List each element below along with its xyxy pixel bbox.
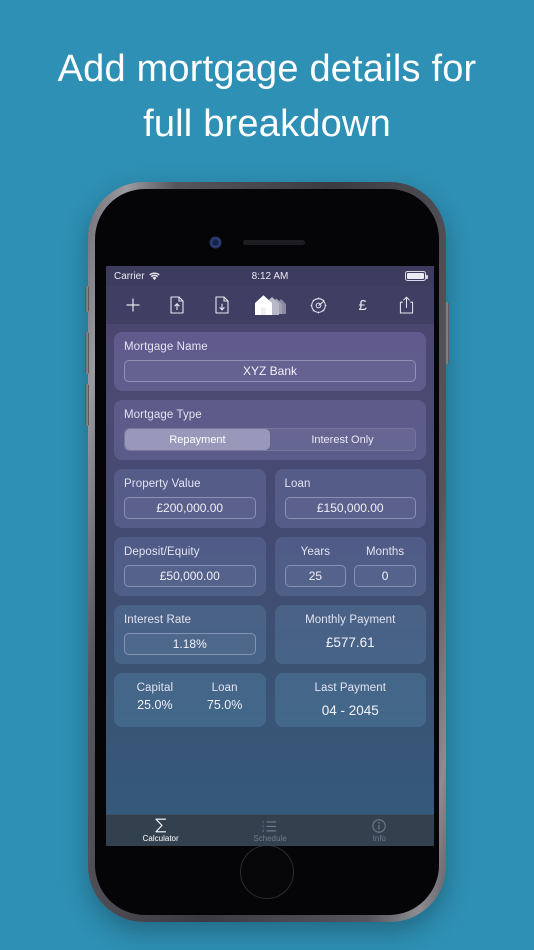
- months-label: Months: [365, 546, 405, 558]
- capital-value: 25.0%: [137, 698, 173, 712]
- volume-up-button: [85, 332, 89, 374]
- property-value-card: Property Value £200,000.00: [114, 469, 266, 528]
- segment-repayment[interactable]: Repayment: [125, 429, 270, 450]
- term-inputs: 25 0: [284, 558, 416, 587]
- tab-calculator-label: Calculator: [142, 834, 179, 843]
- tab-bar: Calculator 123 Schedule Info: [106, 814, 434, 846]
- calculator-form: Mortgage Name XYZ Bank Mortgage Type Rep…: [106, 324, 434, 814]
- tab-schedule[interactable]: 123 Schedule: [215, 815, 324, 846]
- front-camera-icon: [211, 238, 220, 247]
- breakdown-row: Capital Loan 25.0% 75.0% Last Payment 04…: [114, 673, 426, 727]
- phone-mockup: Carrier 8:12 AM £ Mortgage Name XYZ Bank…: [85, 182, 449, 922]
- status-bar: Carrier 8:12 AM: [106, 266, 434, 286]
- term-labels: Years Months: [285, 546, 417, 558]
- gear-icon[interactable]: [305, 292, 331, 318]
- add-mortgage-button[interactable]: [120, 292, 146, 318]
- capital-label: Capital: [136, 682, 174, 694]
- interest-rate-card: Interest Rate 1.18%: [114, 605, 266, 664]
- headline-line-2: full breakdown: [143, 103, 391, 146]
- volume-down-button: [85, 384, 89, 426]
- mortgage-type-card: Mortgage Type Repayment Interest Only: [114, 400, 426, 460]
- phone-screen: Carrier 8:12 AM £ Mortgage Name XYZ Bank…: [106, 266, 434, 846]
- deposit-equity-input[interactable]: £50,000.00: [124, 565, 256, 587]
- loan-input[interactable]: £150,000.00: [284, 497, 416, 519]
- info-circle-icon: [372, 818, 387, 833]
- monthly-payment-card: Monthly Payment £577.61: [274, 605, 426, 664]
- loan-label: Loan: [284, 478, 311, 490]
- tab-calculator[interactable]: Calculator: [106, 815, 215, 846]
- deposit-term-row: Deposit/Equity £50,000.00 Years Months 2…: [114, 537, 426, 596]
- list-icon: 123: [262, 818, 277, 833]
- mute-switch: [85, 286, 89, 312]
- breakdown-loan-value: 75.0%: [206, 698, 243, 712]
- last-payment-value: 04 - 2045: [321, 703, 379, 718]
- tab-info-label: Info: [372, 834, 386, 843]
- power-button: [445, 302, 449, 364]
- deposit-equity-card: Deposit/Equity £50,000.00: [114, 537, 266, 596]
- last-payment-label: Last Payment: [314, 682, 386, 694]
- promo-screenshot: Add mortgage details for full breakdown …: [0, 0, 534, 950]
- mortgage-type-label: Mortgage Type: [124, 409, 202, 421]
- property-value-input[interactable]: £200,000.00: [124, 497, 256, 519]
- value-loan-row: Property Value £200,000.00 Loan £150,000…: [114, 469, 426, 528]
- property-value-label: Property Value: [124, 478, 201, 490]
- svg-text:3: 3: [262, 828, 265, 833]
- months-input[interactable]: 0: [354, 565, 416, 587]
- interest-rate-input[interactable]: 1.18%: [124, 633, 256, 655]
- tab-schedule-label: Schedule: [253, 834, 287, 843]
- status-bar-time: 8:12 AM: [251, 270, 289, 282]
- house-stack-icon[interactable]: [253, 292, 287, 318]
- sigma-icon: [154, 818, 168, 833]
- export-document-button[interactable]: [164, 292, 190, 318]
- years-input[interactable]: 25: [284, 565, 347, 587]
- deposit-equity-label: Deposit/Equity: [124, 546, 200, 558]
- share-icon[interactable]: [394, 292, 420, 318]
- capital-loan-card: Capital Loan 25.0% 75.0%: [114, 673, 266, 727]
- mortgage-name-input[interactable]: XYZ Bank: [124, 360, 416, 382]
- rate-payment-row: Interest Rate 1.18% Monthly Payment £577…: [114, 605, 426, 664]
- mortgage-name-card: Mortgage Name XYZ Bank: [114, 332, 426, 391]
- capital-loan-values: 25.0% 75.0%: [124, 698, 256, 712]
- interest-rate-label: Interest Rate: [124, 614, 192, 626]
- earpiece-speaker: [243, 240, 305, 245]
- promo-headline: Add mortgage details for full breakdown: [0, 42, 534, 152]
- years-label: Years: [300, 546, 331, 558]
- capital-loan-labels: Capital Loan: [124, 682, 256, 694]
- mortgage-type-segmented-control[interactable]: Repayment Interest Only: [124, 428, 416, 451]
- currency-button[interactable]: £: [350, 292, 376, 318]
- monthly-payment-label: Monthly Payment: [305, 614, 396, 626]
- status-bar-right: [405, 271, 428, 281]
- battery-full-icon: [405, 271, 428, 281]
- import-document-button[interactable]: [209, 292, 235, 318]
- last-payment-card: Last Payment 04 - 2045: [274, 673, 426, 727]
- term-card: Years Months 25 0: [274, 537, 426, 596]
- breakdown-loan-label: Loan: [211, 682, 238, 694]
- loan-card: Loan £150,000.00: [274, 469, 426, 528]
- mortgage-name-label: Mortgage Name: [124, 341, 208, 353]
- tab-info[interactable]: Info: [325, 815, 434, 846]
- app-toolbar: £: [106, 286, 434, 324]
- monthly-payment-value: £577.61: [325, 635, 375, 650]
- home-button[interactable]: [240, 845, 294, 899]
- segment-interest-only[interactable]: Interest Only: [270, 429, 415, 450]
- headline-line-1: Add mortgage details for: [57, 48, 477, 90]
